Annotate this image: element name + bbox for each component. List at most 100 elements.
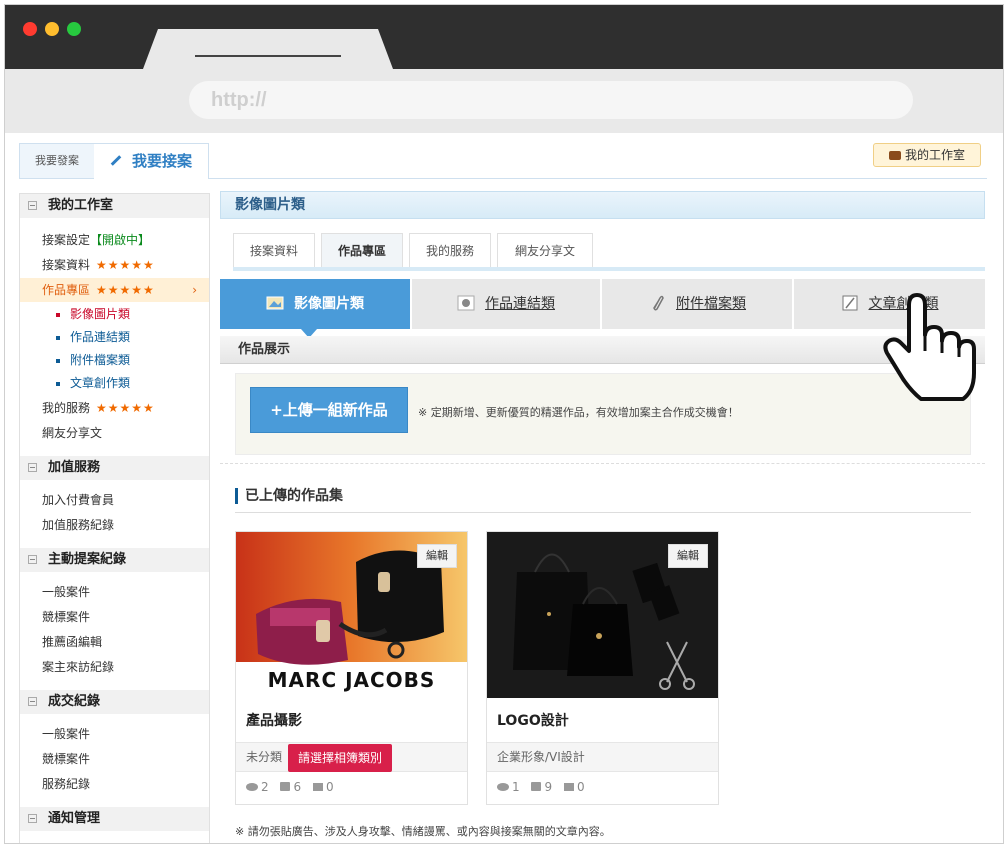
rating-stars: ★★★★★ [96,283,155,297]
rating-stars: ★★★★★ [96,401,155,415]
eye-icon [497,783,509,791]
card-category: 未分類 請選擇相簿類別 [236,742,467,772]
role-tabs: 我要發案 我要接案 [19,143,209,179]
sidebar-section-label: 通知管理 [48,811,101,826]
card-title[interactable]: LOGO設計 [497,710,569,730]
portfolio-card[interactable]: 編輯 LOGO設計 企業形象/VI設計 1 9 0 [486,531,719,805]
url-field[interactable]: http:// [189,81,913,119]
posting-rules-note: ※ 請勿張貼廣告、涉及人身攻擊、情緒謾罵、或內容與接案無關的文章內容。 [235,825,611,838]
upload-panel: +上傳一組新作品 ※ 定期新增、更新優質的精選作品，有效增加案主合作成交機會！ [235,373,971,455]
subtab-case-data[interactable]: 接案資料 [233,233,315,269]
sidebar-item-case-setting[interactable]: 接案設定【開啟中】 [20,228,209,252]
category-tab-link[interactable]: 作品連結類 [412,279,600,329]
browser-window: http:// 我要發案 我要接案 我的工作室 我的工作室 接案設定【開啟中】 … [4,4,1004,844]
edit-button[interactable]: 編輯 [668,544,708,568]
thumbs-up-icon [531,782,542,791]
sidebar-sub-article[interactable]: 文章創作類 [20,372,209,395]
tab-take-case[interactable]: 我要接案 [94,144,208,179]
my-studio-label: 我的工作室 [904,148,965,162]
globe-icon [457,295,475,311]
upload-new-work-button[interactable]: +上傳一組新作品 [250,387,408,433]
sidebar-section-workspace[interactable]: 我的工作室 [20,194,209,218]
sidebar-item-deal-bid[interactable]: 競標案件 [20,747,209,771]
sidebar-item-case-data[interactable]: 接案資料 ★★★★★ [20,253,209,277]
tabs-divider [209,178,987,179]
tab-title-placeholder [195,55,341,57]
sidebar-item-value-record[interactable]: 加值服務紀錄 [20,513,209,537]
tab-take-case-label: 我要接案 [131,152,192,170]
subtab-portfolio[interactable]: 作品專區 [321,233,403,269]
section-header: 作品展示 [220,336,985,364]
my-studio-button[interactable]: 我的工作室 [873,143,981,167]
page-content: 我要發案 我要接案 我的工作室 我的工作室 接案設定【開啟中】 接案資料 ★★★★… [5,133,1003,843]
maximize-window-dot[interactable] [67,22,81,36]
card-brand-text: MARC JACOBS [267,668,436,692]
sidebar-section-deal[interactable]: 成交紀錄 [20,690,209,714]
comment-icon [312,783,323,791]
sidebar-item-label: 接案設定 [42,233,91,247]
dashed-divider [220,463,985,464]
sidebar-item-general-case[interactable]: 一般案件 [20,580,209,604]
case-status-badge: 【開啟中】 [90,233,151,247]
sidebar-item-recommend[interactable]: 推薦函編輯 [20,630,209,654]
subtab-share[interactable]: 網友分享文 [497,233,593,269]
collapse-icon [28,463,37,472]
choose-album-category-button[interactable]: 請選擇相簿類別 [288,744,393,772]
category-tab-label: 影像圖片類 [294,296,364,312]
sidebar-item-services[interactable]: 我的服務 ★★★★★ [20,396,209,420]
collapse-icon [28,555,37,564]
sidebar-sub-link[interactable]: 作品連結類 [20,326,209,349]
comment-icon [563,783,574,791]
sidebar-item-share[interactable]: 網友分享文 [20,421,209,445]
edit-note-icon [842,295,857,311]
sidebar-section-label: 我的工作室 [48,198,114,213]
sidebar-sub-file[interactable]: 附件檔案類 [20,349,209,372]
collapse-icon [28,201,37,210]
comment-count: 0 [325,780,334,794]
collection-title: 已上傳的作品集 [235,485,971,513]
close-window-dot[interactable] [23,22,37,36]
title-bar [5,5,1003,69]
sidebar-item-service-record[interactable]: 服務紀錄 [20,772,209,796]
card-title[interactable]: 產品攝影 [246,710,302,730]
sidebar: 我的工作室 接案設定【開啟中】 接案資料 ★★★★★ 作品專區 ★★★★★ › 影像圖… [19,193,210,843]
sidebar-section-label: 成交紀錄 [48,694,101,709]
card-category-label: 未分類 [246,750,283,764]
view-count: 1 [512,780,520,794]
collapse-icon [28,697,37,706]
like-count: 9 [544,780,553,794]
sidebar-section-proposal[interactable]: 主動提案紀錄 [20,548,209,572]
minimize-window-dot[interactable] [45,22,59,36]
collapse-icon [28,814,37,823]
sidebar-item-label: 我的服務 [42,401,91,415]
view-count: 2 [261,780,269,794]
pointing-hand-icon [883,293,976,401]
sidebar-section-value[interactable]: 加值服務 [20,456,209,480]
tab-post-case[interactable]: 我要發案 [20,144,94,178]
chevron-right-icon: › [192,283,197,297]
like-count: 6 [293,780,302,794]
page-title: 影像圖片類 [220,191,985,219]
category-tab-file[interactable]: 附件檔案類 [602,279,792,329]
sidebar-item-deal-general[interactable]: 一般案件 [20,722,209,746]
portfolio-card[interactable]: MARC JACOBS 編輯 產品攝影 未分類 請選擇相簿類別 2 6 0 [235,531,468,805]
sidebar-item-bid-case[interactable]: 競標案件 [20,605,209,629]
card-category: 企業形象/VI設計 [487,742,718,772]
sidebar-sub-image[interactable]: 影像圖片類 [20,303,209,326]
thumbs-up-icon [280,782,291,791]
briefcase-icon [888,151,901,160]
edit-button[interactable]: 編輯 [417,544,457,568]
paperclip-icon [653,295,664,311]
browser-tab[interactable] [143,29,393,69]
card-stats: 2 6 0 [246,780,342,794]
category-tab-image[interactable]: 影像圖片類 [220,279,410,329]
sidebar-item-client-visit[interactable]: 案主來訪紀錄 [20,655,209,679]
sidebar-item-portfolio[interactable]: 作品專區 ★★★★★ › [20,278,209,302]
category-tab-label: 附件檔案類 [676,296,746,312]
sidebar-section-notice[interactable]: 通知管理 [20,807,209,831]
subtab-services[interactable]: 我的服務 [409,233,491,269]
image-icon [266,296,284,310]
comment-count: 0 [576,780,585,794]
pencil-icon [110,155,122,166]
sidebar-item-join-paid[interactable]: 加入付費會員 [20,488,209,512]
